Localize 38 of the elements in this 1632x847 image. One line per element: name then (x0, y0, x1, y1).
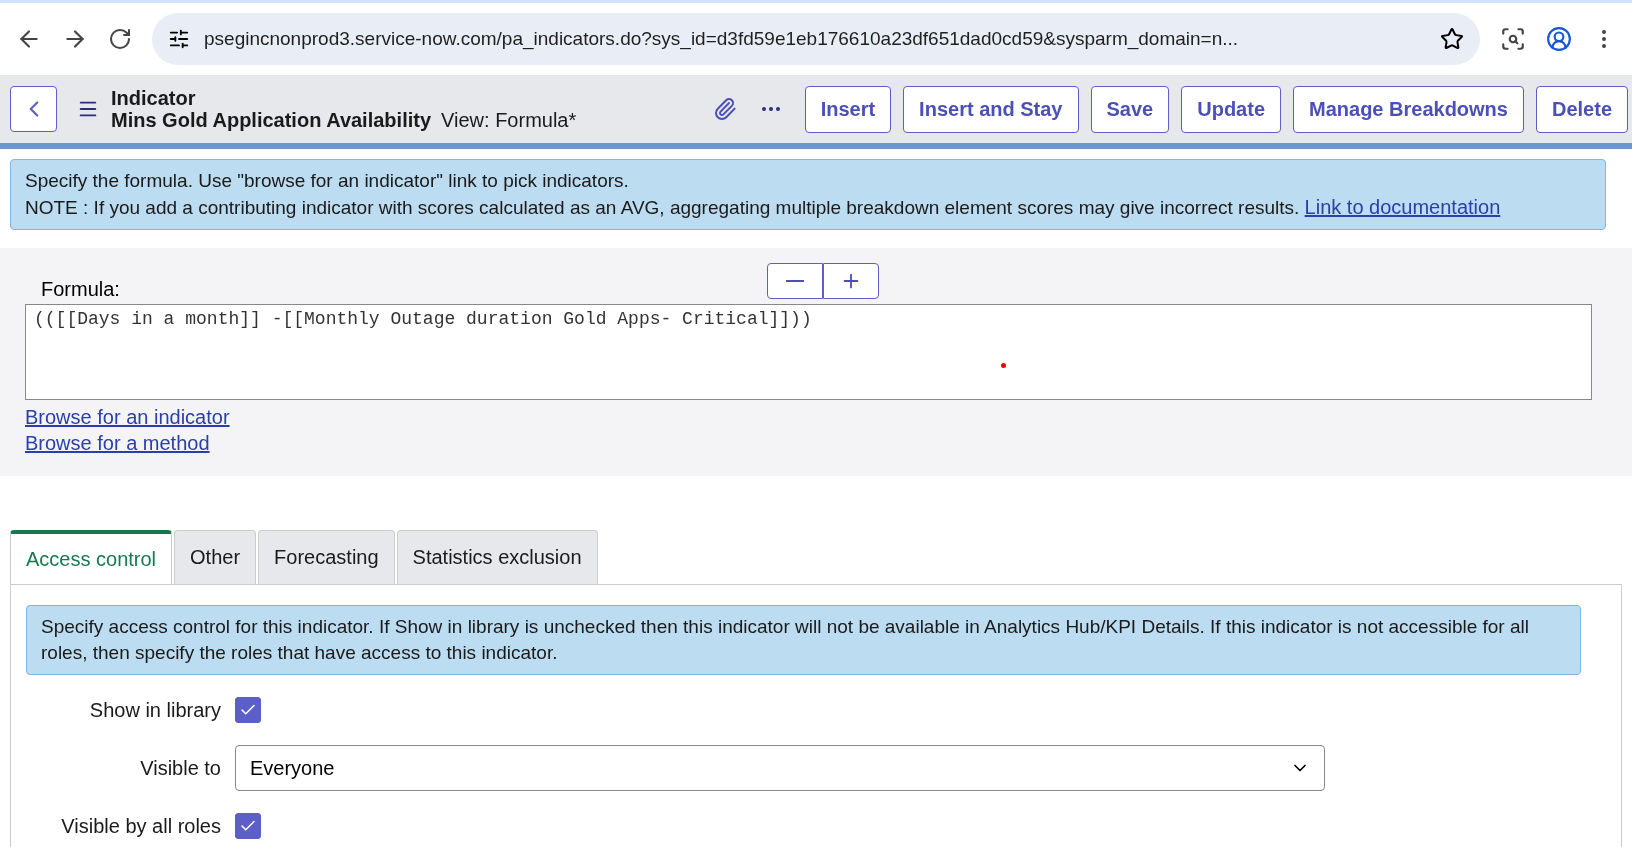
view-name: View: Formula* (441, 109, 577, 131)
documentation-link[interactable]: Link to documentation (1304, 196, 1501, 218)
tab[interactable]: Forecasting (258, 530, 395, 584)
field-label: Show in library (88, 698, 221, 722)
toolbar-button[interactable]: Save (1090, 85, 1170, 133)
field-label: Visible by all roles (60, 814, 221, 838)
toolbar-button[interactable]: Update (1181, 85, 1281, 133)
tab[interactable]: Access control (10, 530, 173, 584)
back-button[interactable] (10, 86, 57, 132)
bookmark-star-icon[interactable] (1440, 27, 1464, 51)
reload-icon[interactable] (108, 27, 132, 51)
address-bar[interactable]: psegincnonprod3.service-now.com/pa_indicators.do?sys_id=d3fd59e1eb176610a23df651dad0cd59&sysparm_domain=n... (152, 13, 1480, 65)
formula-label: Formula: (40, 276, 120, 301)
toolbar-button[interactable]: Insert (804, 85, 892, 133)
cursor-dot (1001, 363, 1006, 368)
toolbar-button[interactable]: Delete (1535, 85, 1628, 133)
zoom-out-button[interactable] (767, 263, 824, 299)
browse-link[interactable]: Browse for an indicator (25, 404, 230, 430)
zoom-in-button[interactable] (823, 263, 880, 299)
tab[interactable]: Statistics exclusion (396, 530, 598, 584)
info-message: Specify access control for this indicator. If Show in library is unchecked then this indicator will not be available in Analytics Hub/KPI Details. If this indicator is not accessible for all roles, then specify the roles that have access to this indicator. (26, 605, 1581, 675)
minus-icon (786, 280, 805, 282)
checkbox[interactable] (235, 813, 261, 839)
profile-icon[interactable] (1546, 26, 1572, 52)
paperclip-icon[interactable] (712, 97, 737, 121)
select-field[interactable]: Everyone (235, 745, 1325, 791)
formula-field[interactable]: (([[Days in a month]] -[[Monthly Outage duration Gold Apps- Critical]])) (25, 304, 1592, 400)
field-label: Visible to (139, 756, 221, 780)
site-settings-icon[interactable] (168, 28, 190, 50)
record-type: Indicator (111, 87, 197, 109)
checkbox[interactable] (235, 697, 261, 723)
browse-link[interactable]: Browse for a method (25, 430, 210, 456)
record-name: Mins Gold Application Availability (111, 109, 432, 131)
toolbar-button[interactable]: Manage Breakdowns (1293, 85, 1524, 133)
tab[interactable]: Other (174, 530, 257, 584)
info-message: Specify the formula. Use "browse for an indicator" link to pick indicators. NOTE : If you add a contributing indicator with scores calculated as an AVG, aggregating multiple breakdown element scores may give incorrect results. Link to documentation (10, 159, 1606, 230)
toolbar-button[interactable]: Insert and Stay (903, 85, 1079, 133)
screen-search-icon[interactable] (1500, 26, 1526, 52)
